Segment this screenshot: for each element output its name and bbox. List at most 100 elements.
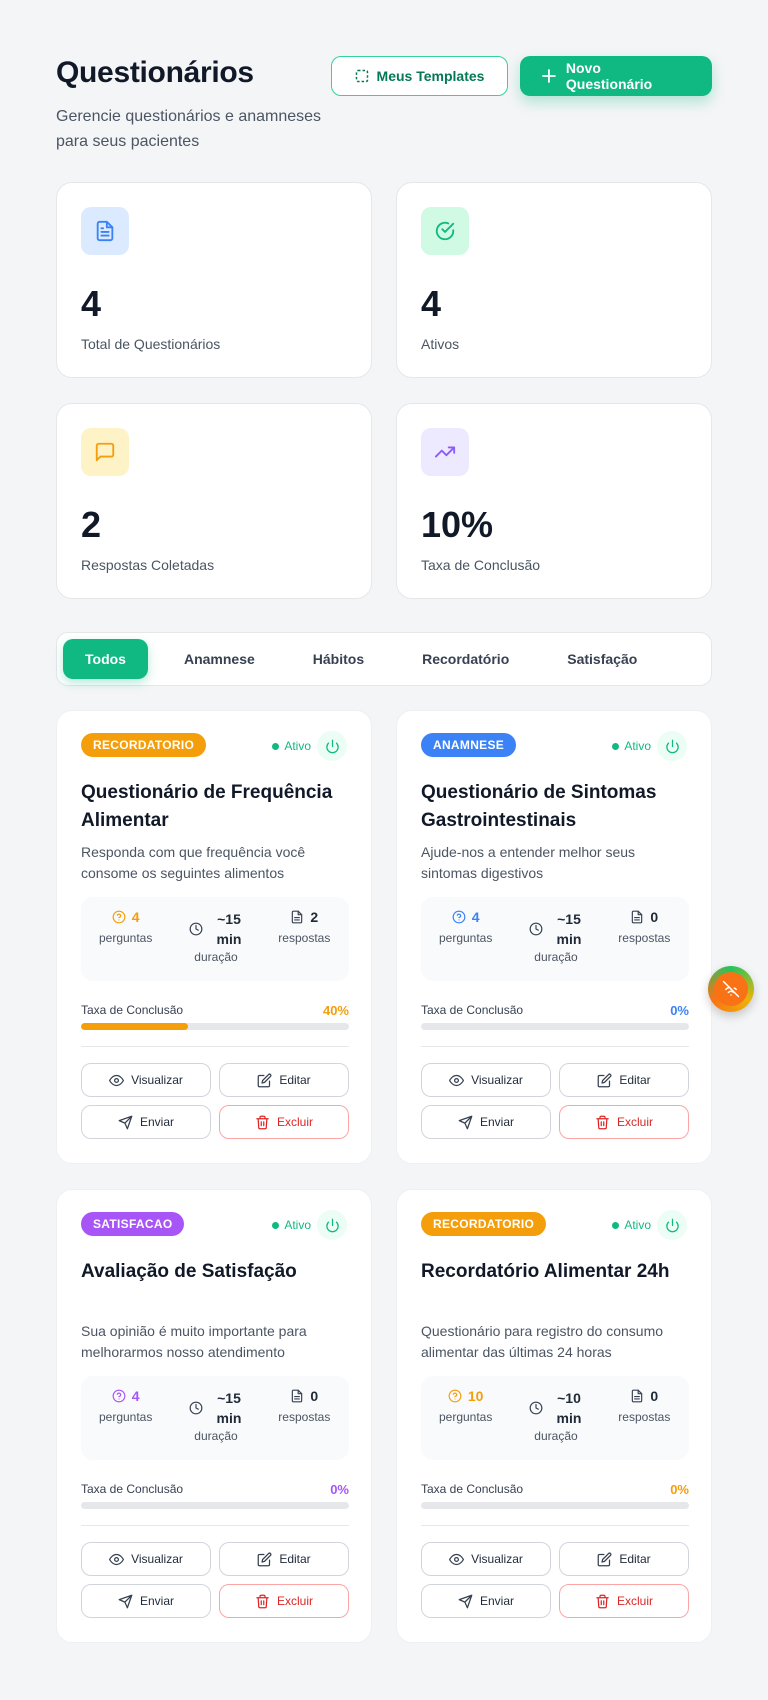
document-icon (81, 207, 129, 255)
tab-anamnese[interactable]: Anamnese (162, 639, 277, 679)
questions-label: perguntas (438, 1410, 493, 1424)
power-icon (325, 1218, 339, 1232)
toggle-active-button[interactable] (317, 1210, 347, 1240)
status-indicator: Ativo (612, 1218, 651, 1232)
status-label: Ativo (624, 739, 651, 753)
tab-satisfacao[interactable]: Satisfação (545, 639, 659, 679)
duration-unit: min (216, 1410, 242, 1426)
questions-label: perguntas (98, 931, 153, 945)
help-circle-icon (452, 910, 466, 924)
card-divider (421, 1046, 689, 1047)
trending-up-icon (421, 428, 469, 476)
send-button[interactable]: Enviar (421, 1105, 551, 1139)
duration-value: ~15 (217, 1390, 241, 1406)
card-actions: Visualizar Editar Enviar Excluir (421, 1542, 689, 1618)
completion-rate-label: Taxa de Conclusão (81, 1482, 184, 1496)
send-button[interactable]: Enviar (421, 1584, 551, 1618)
metric-questions: 4 perguntas (81, 897, 170, 981)
edit-button[interactable]: Editar (559, 1542, 689, 1576)
stat-card-active: 4 Ativos (396, 182, 712, 378)
view-label: Visualizar (131, 1552, 183, 1566)
wifi-off-icon (714, 972, 748, 1006)
delete-button[interactable]: Excluir (219, 1584, 349, 1618)
questionnaire-card: RECORDATORIO Ativo Questionário de Frequên… (56, 710, 372, 1164)
card-divider (81, 1525, 349, 1526)
file-text-icon (632, 910, 643, 924)
card-metrics: 4 perguntas ~15 min duração 0 respostas (81, 1376, 349, 1460)
toggle-active-button[interactable] (317, 731, 347, 761)
status-label: Ativo (624, 1218, 651, 1232)
stat-card-responses: 2 Respostas Coletadas (56, 403, 372, 599)
completion-progress-bar (81, 1023, 349, 1030)
help-circle-icon (448, 1389, 462, 1403)
view-label: Visualizar (471, 1552, 523, 1566)
edit-button[interactable]: Editar (559, 1063, 689, 1097)
metric-questions: 4 perguntas (421, 897, 510, 981)
questions-count: 10 (467, 1388, 484, 1404)
status-label: Ativo (284, 1218, 311, 1232)
duration-value: ~10 (557, 1390, 581, 1406)
responses-label: respostas (278, 1410, 331, 1424)
completion-rate-row: Taxa de Conclusão 0% (421, 1003, 689, 1018)
send-label: Enviar (139, 1594, 174, 1608)
view-button[interactable]: Visualizar (81, 1063, 211, 1097)
toggle-active-button[interactable] (657, 1210, 687, 1240)
new-questionnaire-button[interactable]: Novo Questionário (520, 56, 712, 96)
new-questionnaire-label: Novo Questionário (565, 60, 653, 92)
responses-label: respostas (278, 931, 331, 945)
edit-label: Editar (279, 1552, 311, 1566)
toggle-active-button[interactable] (657, 731, 687, 761)
help-circle-icon (112, 1389, 126, 1403)
stat-label: Ativos (421, 336, 460, 352)
completion-rate-row: Taxa de Conclusão 0% (81, 1482, 349, 1497)
edit-button[interactable]: Editar (219, 1063, 349, 1097)
responses-count: 0 (310, 1388, 319, 1404)
send-icon (458, 1594, 473, 1608)
view-button[interactable]: Visualizar (421, 1542, 551, 1576)
view-button[interactable]: Visualizar (81, 1542, 211, 1576)
page: Questionários Gerencie questionários e a… (0, 0, 768, 1700)
card-metrics: 10 perguntas ~10 min duração 0 respostas (421, 1376, 689, 1460)
send-button[interactable]: Enviar (81, 1105, 211, 1139)
delete-button[interactable]: Excluir (559, 1584, 689, 1618)
responses-count: 0 (650, 909, 659, 925)
delete-button[interactable]: Excluir (559, 1105, 689, 1139)
floating-action-button[interactable] (708, 966, 754, 1012)
send-button[interactable]: Enviar (81, 1584, 211, 1618)
delete-button[interactable]: Excluir (219, 1105, 349, 1139)
view-label: Visualizar (131, 1073, 183, 1087)
tab-habitos[interactable]: Hábitos (291, 639, 386, 679)
send-icon (458, 1115, 473, 1129)
completion-rate-row: Taxa de Conclusão 40% (81, 1003, 349, 1018)
metric-responses: 0 respostas (260, 1376, 349, 1460)
card-title: Avaliação de Satisfação (81, 1261, 297, 1282)
card-title: Recordatório Alimentar 24h (421, 1261, 670, 1282)
questionnaire-card: RECORDATORIO Ativo Recordatório Alimentar … (396, 1189, 712, 1643)
power-icon (325, 739, 339, 753)
metric-duration: ~15 min duração (170, 1376, 259, 1460)
category-badge: RECORDATORIO (421, 1212, 547, 1236)
tab-recordatorio[interactable]: Recordatório (400, 639, 531, 679)
category-badge: SATISFACAO (81, 1212, 185, 1236)
delete-label: Excluir (276, 1115, 313, 1129)
stat-value: 4 (421, 283, 442, 324)
card-description: Responda com que frequência você consome… (81, 844, 306, 881)
trash-icon (256, 1115, 269, 1129)
card-divider (421, 1525, 689, 1526)
completion-progress-bar (421, 1502, 689, 1509)
category-badge: ANAMNESE (421, 733, 517, 757)
questions-label: perguntas (98, 1410, 153, 1424)
questionnaire-card: ANAMNESE Ativo Questionário de Sintomas Ga… (396, 710, 712, 1164)
view-button[interactable]: Visualizar (421, 1063, 551, 1097)
status-dot (612, 1221, 620, 1229)
card-description: Questionário para registro do consumo al… (421, 1323, 664, 1360)
edit-button[interactable]: Editar (219, 1542, 349, 1576)
delete-label: Excluir (616, 1594, 653, 1608)
tab-todos[interactable]: Todos (63, 639, 148, 679)
send-label: Enviar (479, 1115, 514, 1129)
my-templates-button[interactable]: Meus Templates (331, 56, 508, 96)
questions-label: perguntas (438, 931, 493, 945)
completion-progress-bar (81, 1502, 349, 1509)
completion-rate-row: Taxa de Conclusão 0% (421, 1482, 689, 1497)
edit-icon (597, 1552, 612, 1566)
